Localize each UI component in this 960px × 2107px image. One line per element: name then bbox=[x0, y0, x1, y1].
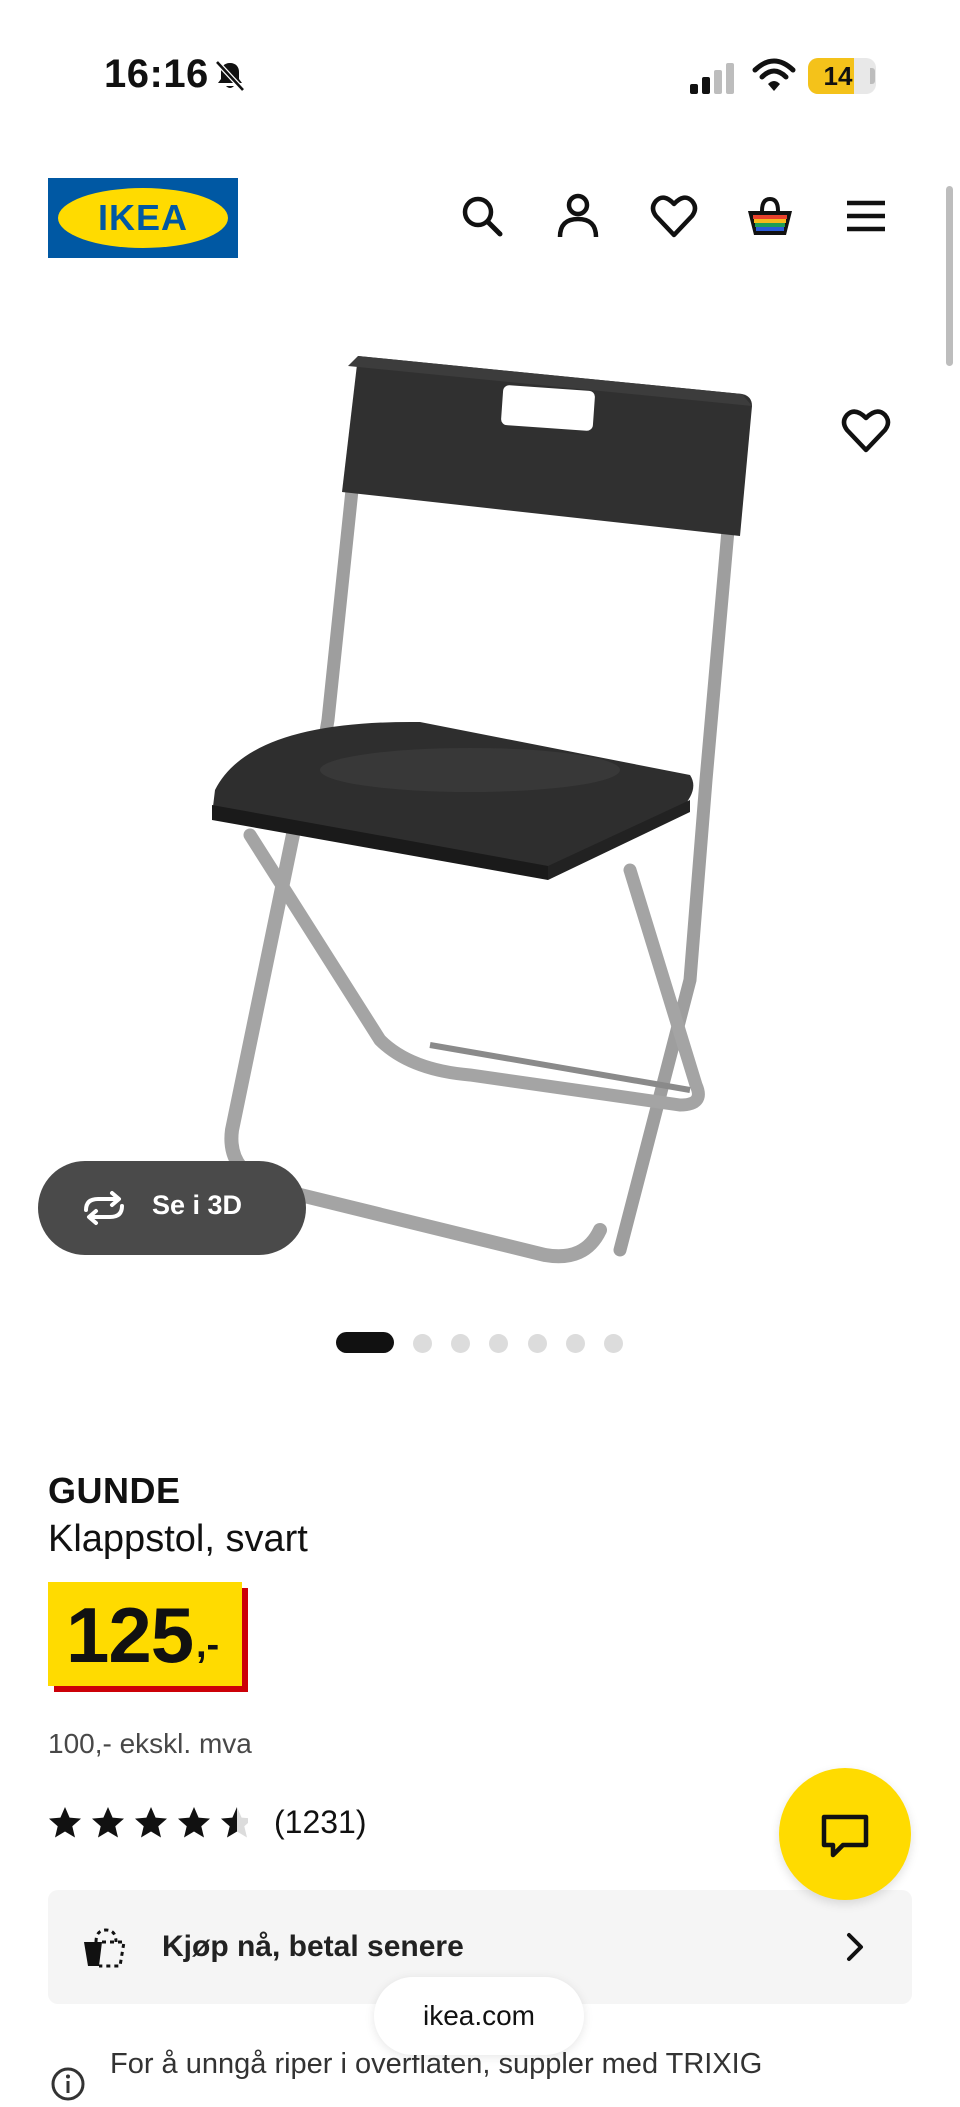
battery-tip bbox=[870, 68, 875, 84]
bnpl-label: Kjøp nå, betal senere bbox=[162, 1930, 464, 1963]
product-image[interactable] bbox=[160, 300, 760, 1290]
browser-url: ikea.com bbox=[422, 2000, 536, 2031]
chat-bubble-icon bbox=[819, 1810, 871, 1862]
shopping-bag-icon[interactable] bbox=[745, 191, 795, 241]
bell-muted-icon bbox=[212, 58, 248, 94]
add-to-wishlist-icon[interactable] bbox=[840, 404, 892, 456]
product-name: GUNDE bbox=[48, 1470, 181, 1511]
status-time: 16:16 bbox=[104, 52, 209, 96]
product-description: Klappstol, svart bbox=[48, 1518, 308, 1560]
info-icon bbox=[50, 2066, 86, 2102]
carousel-dot-active[interactable] bbox=[336, 1332, 394, 1353]
see-in-3d-label: Se i 3D bbox=[152, 1190, 243, 1220]
account-icon[interactable] bbox=[553, 191, 603, 241]
carousel-dot[interactable] bbox=[528, 1334, 547, 1353]
price-suffix: ,- bbox=[196, 1624, 220, 1666]
cellular-signal-icon bbox=[688, 62, 736, 94]
carousel-dot[interactable] bbox=[413, 1334, 432, 1353]
ikea-logo-text: IKEA bbox=[97, 197, 188, 238]
wishlist-heart-icon[interactable] bbox=[649, 191, 699, 241]
chevron-right-icon bbox=[842, 1930, 868, 1964]
rotate-3d-icon bbox=[78, 1190, 130, 1226]
menu-icon[interactable] bbox=[841, 191, 891, 241]
wifi-icon bbox=[752, 56, 796, 94]
search-icon[interactable] bbox=[457, 191, 507, 241]
scrollbar[interactable] bbox=[946, 186, 953, 366]
carousel-dot[interactable] bbox=[451, 1334, 470, 1353]
carousel-dot[interactable] bbox=[489, 1334, 508, 1353]
price-ex-vat: 100,- ekskl. mva bbox=[48, 1728, 252, 1759]
bnpl-icon bbox=[80, 1924, 132, 1970]
battery-percent: 14 bbox=[823, 61, 853, 91]
carousel-dot[interactable] bbox=[604, 1334, 623, 1353]
rating-count[interactable]: (1231) bbox=[274, 1804, 367, 1841]
price-whole: 125 bbox=[66, 1591, 194, 1679]
rating-stars[interactable] bbox=[48, 1806, 253, 1840]
carousel-dot[interactable] bbox=[566, 1334, 585, 1353]
